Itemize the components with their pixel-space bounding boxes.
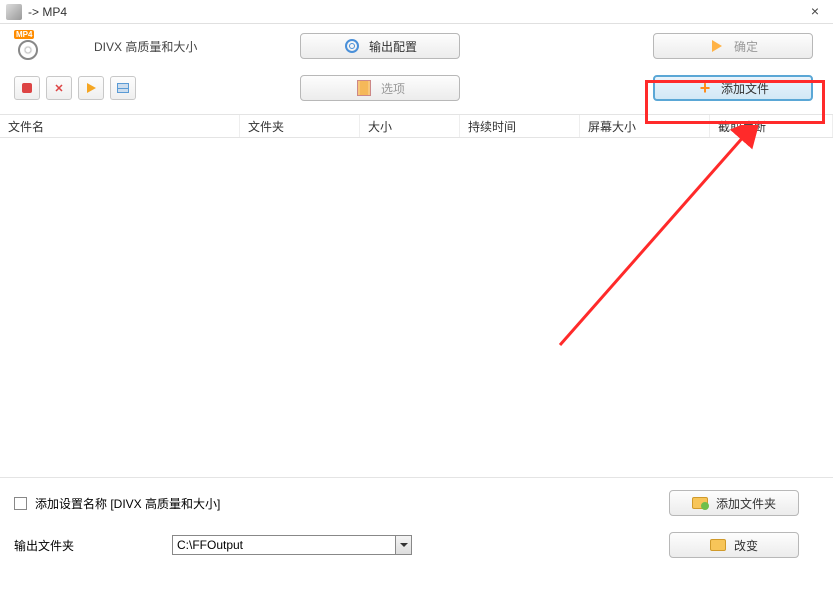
add-file-button[interactable]: + 添加文件 [653, 75, 813, 101]
window-title: -> MP4 [28, 5, 67, 19]
add-file-label: 添加文件 [721, 80, 769, 97]
view-button[interactable] [110, 76, 136, 100]
bottom-area: 添加设置名称 [DIVX 高质量和大小] 添加文件夹 输出文件夹 C:\FFOu… [0, 478, 833, 570]
plus-icon: + [697, 80, 713, 96]
app-icon [6, 4, 22, 20]
play-icon [87, 83, 96, 93]
output-folder-label: 输出文件夹 [14, 537, 164, 554]
format-badge: MP4 [14, 30, 34, 39]
col-size[interactable]: 大小 [360, 115, 460, 137]
add-folder-button[interactable]: 添加文件夹 [669, 490, 799, 516]
output-folder-row: 输出文件夹 C:\FFOutput 改变 [14, 530, 819, 560]
x-icon: ✕ [54, 82, 63, 95]
add-setting-row: 添加设置名称 [DIVX 高质量和大小] 添加文件夹 [14, 488, 819, 518]
folder-icon [710, 539, 726, 551]
col-duration[interactable]: 持续时间 [460, 115, 580, 137]
output-folder-value: C:\FFOutput [177, 538, 243, 552]
add-setting-checkbox[interactable] [14, 497, 27, 510]
col-screensize[interactable]: 屏幕大小 [580, 115, 710, 137]
film-icon [355, 79, 373, 97]
remove-button[interactable] [14, 76, 40, 100]
gear-icon [343, 37, 361, 55]
output-config-button[interactable]: 输出配置 [300, 33, 460, 59]
chevron-down-icon[interactable] [395, 536, 411, 554]
add-folder-label: 添加文件夹 [716, 495, 776, 512]
reel-icon [18, 40, 38, 60]
top-row: MP4 DIVX 高质量和大小 输出配置 确定 [0, 24, 833, 68]
col-filename[interactable]: 文件名 [0, 115, 240, 137]
ok-button[interactable]: 确定 [653, 33, 813, 59]
ok-label: 确定 [734, 38, 758, 55]
change-label: 改变 [734, 537, 758, 554]
play-button[interactable] [78, 76, 104, 100]
close-button[interactable]: × [803, 3, 827, 21]
col-folder[interactable]: 文件夹 [240, 115, 360, 137]
grid-icon [117, 83, 129, 93]
col-clip[interactable]: 截取片断 [710, 115, 833, 137]
arrow-right-icon [708, 37, 726, 55]
change-button[interactable]: 改变 [669, 532, 799, 558]
output-config-label: 输出配置 [369, 38, 417, 55]
folder-plus-icon [692, 497, 708, 509]
titlebar: -> MP4 × [0, 0, 833, 24]
options-button[interactable]: 选项 [300, 75, 460, 101]
add-setting-label: 添加设置名称 [DIVX 高质量和大小] [35, 495, 220, 512]
clear-button[interactable]: ✕ [46, 76, 72, 100]
output-folder-combo[interactable]: C:\FFOutput [172, 535, 412, 555]
table-body [0, 138, 833, 478]
format-icon: MP4 [14, 32, 42, 60]
table-header: 文件名 文件夹 大小 持续时间 屏幕大小 截取片断 [0, 114, 833, 138]
options-label: 选项 [381, 80, 405, 97]
toolbar-row: ✕ 选项 + 添加文件 [0, 68, 833, 108]
stop-icon [22, 83, 32, 93]
profile-label: DIVX 高质量和大小 [94, 38, 197, 55]
